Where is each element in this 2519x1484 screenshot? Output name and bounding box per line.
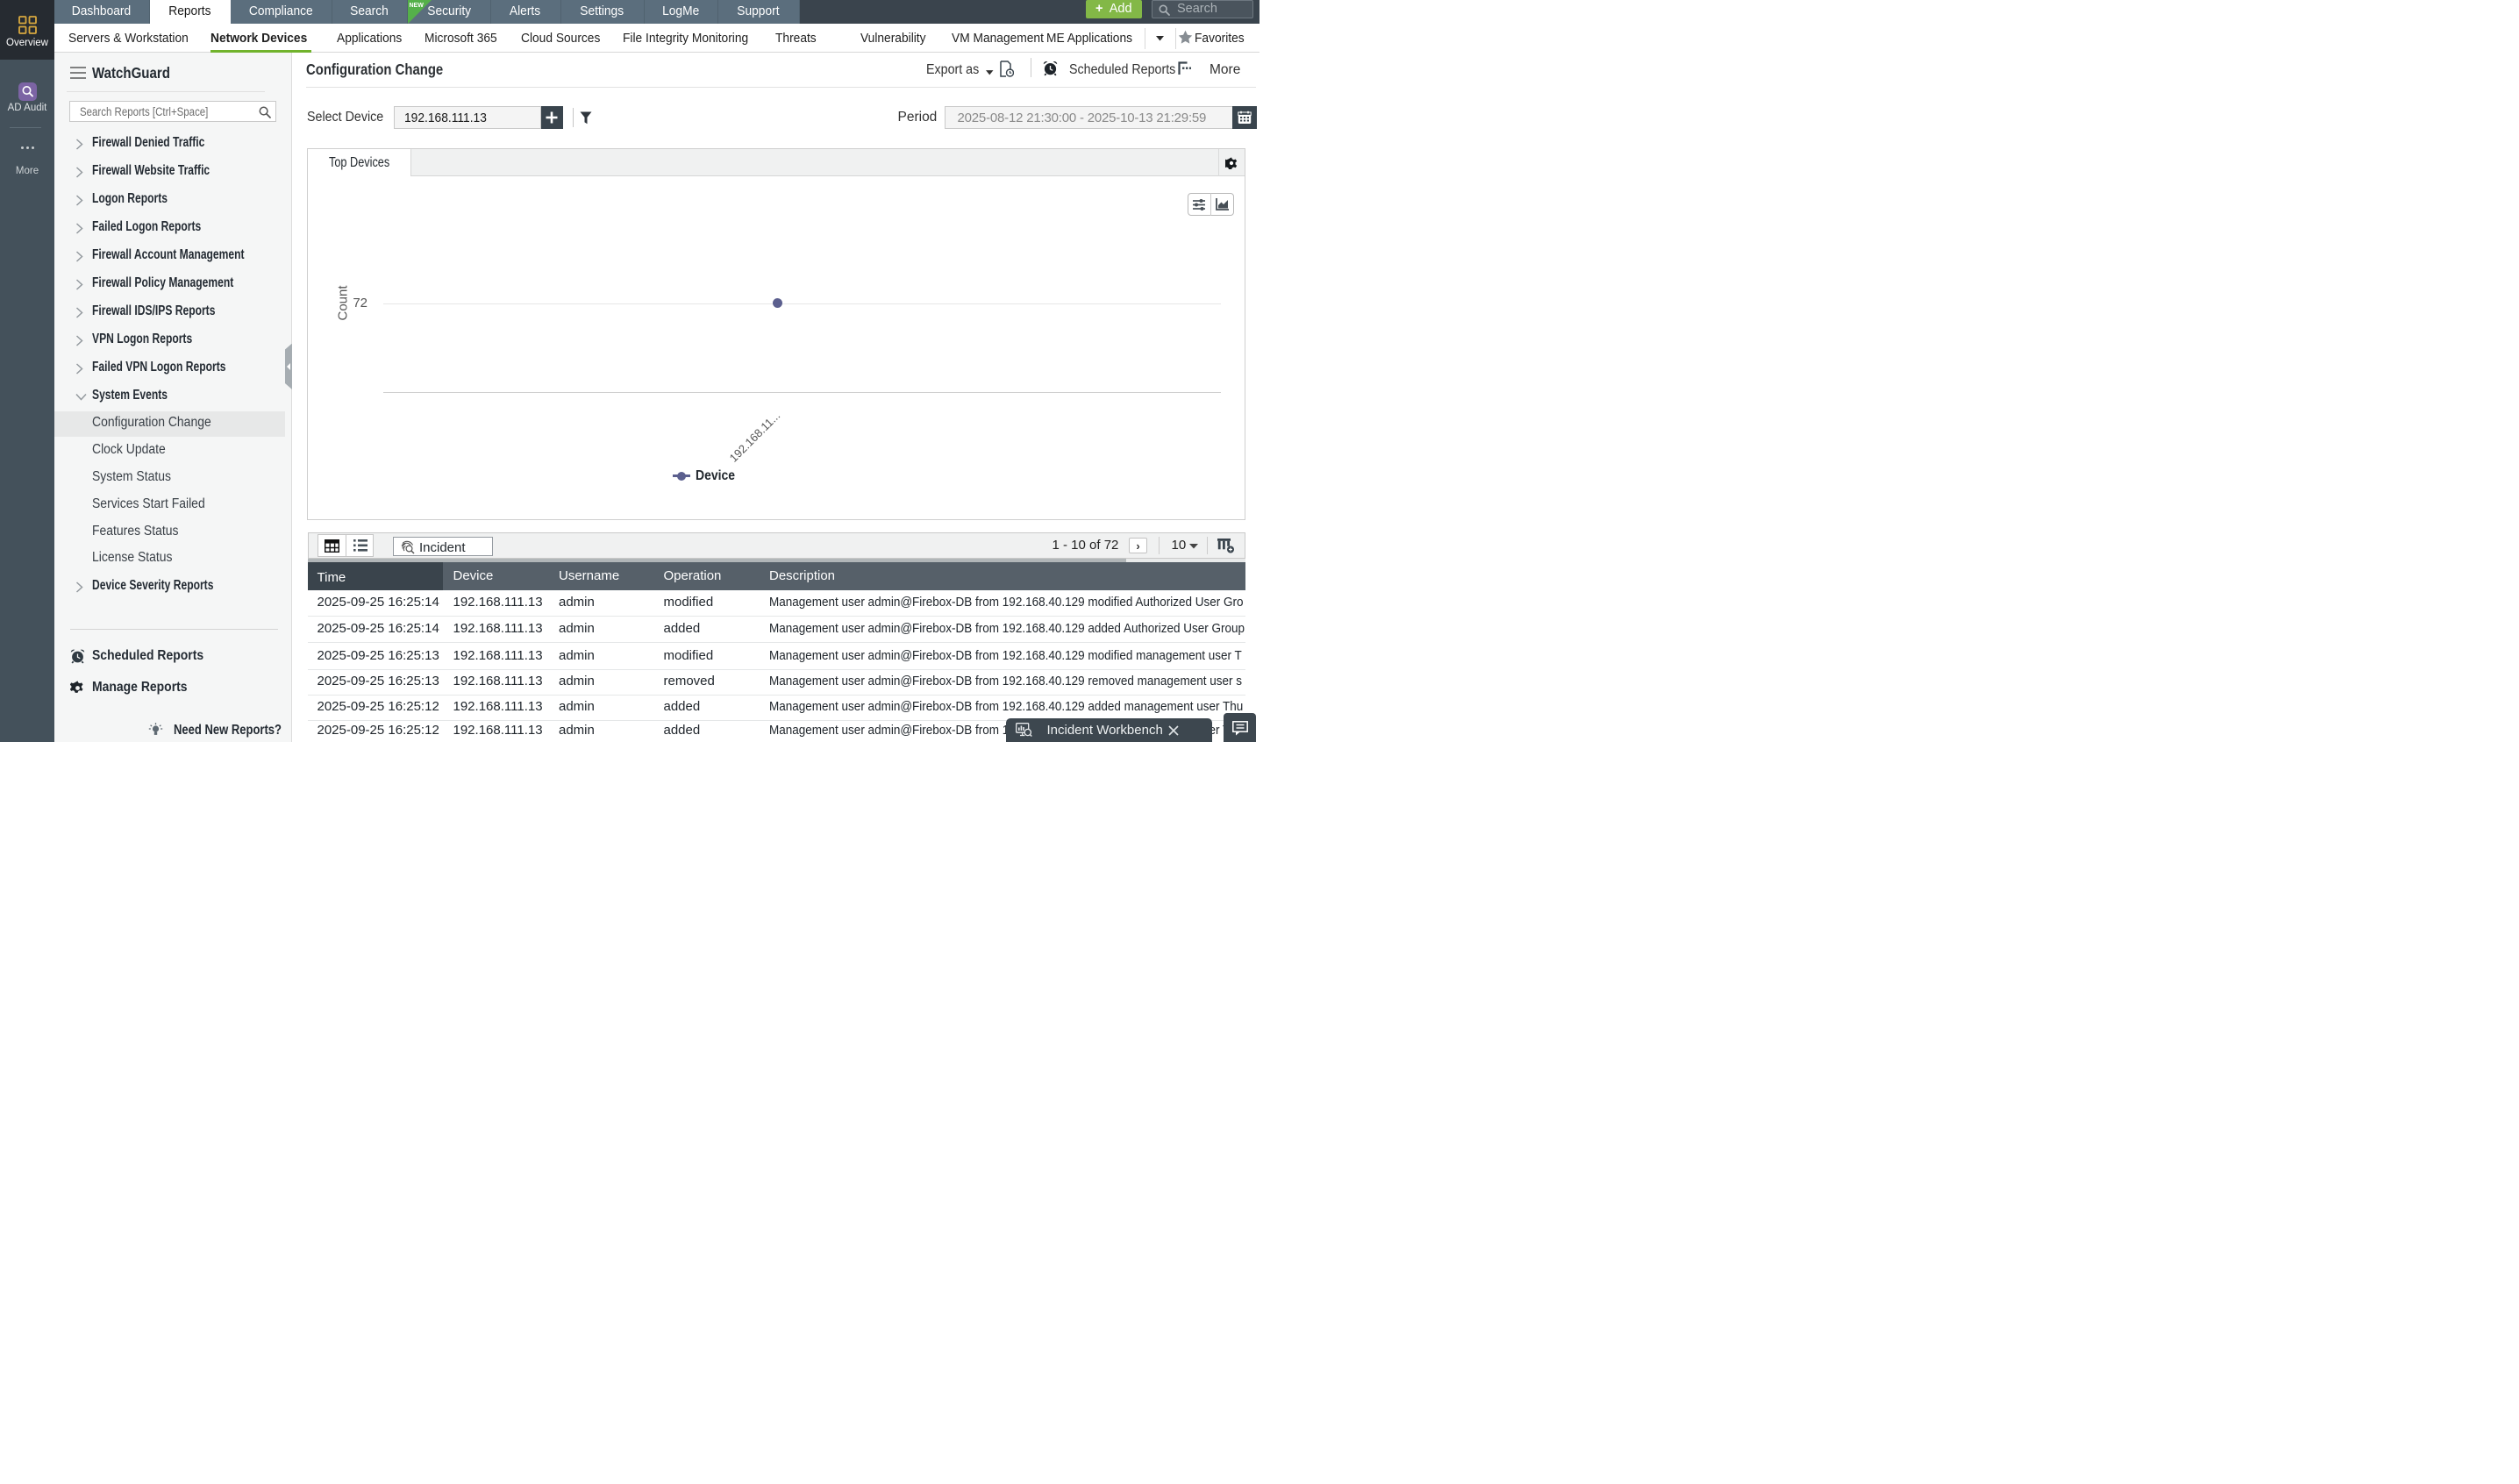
svg-text:NEW: NEW	[410, 3, 425, 9]
